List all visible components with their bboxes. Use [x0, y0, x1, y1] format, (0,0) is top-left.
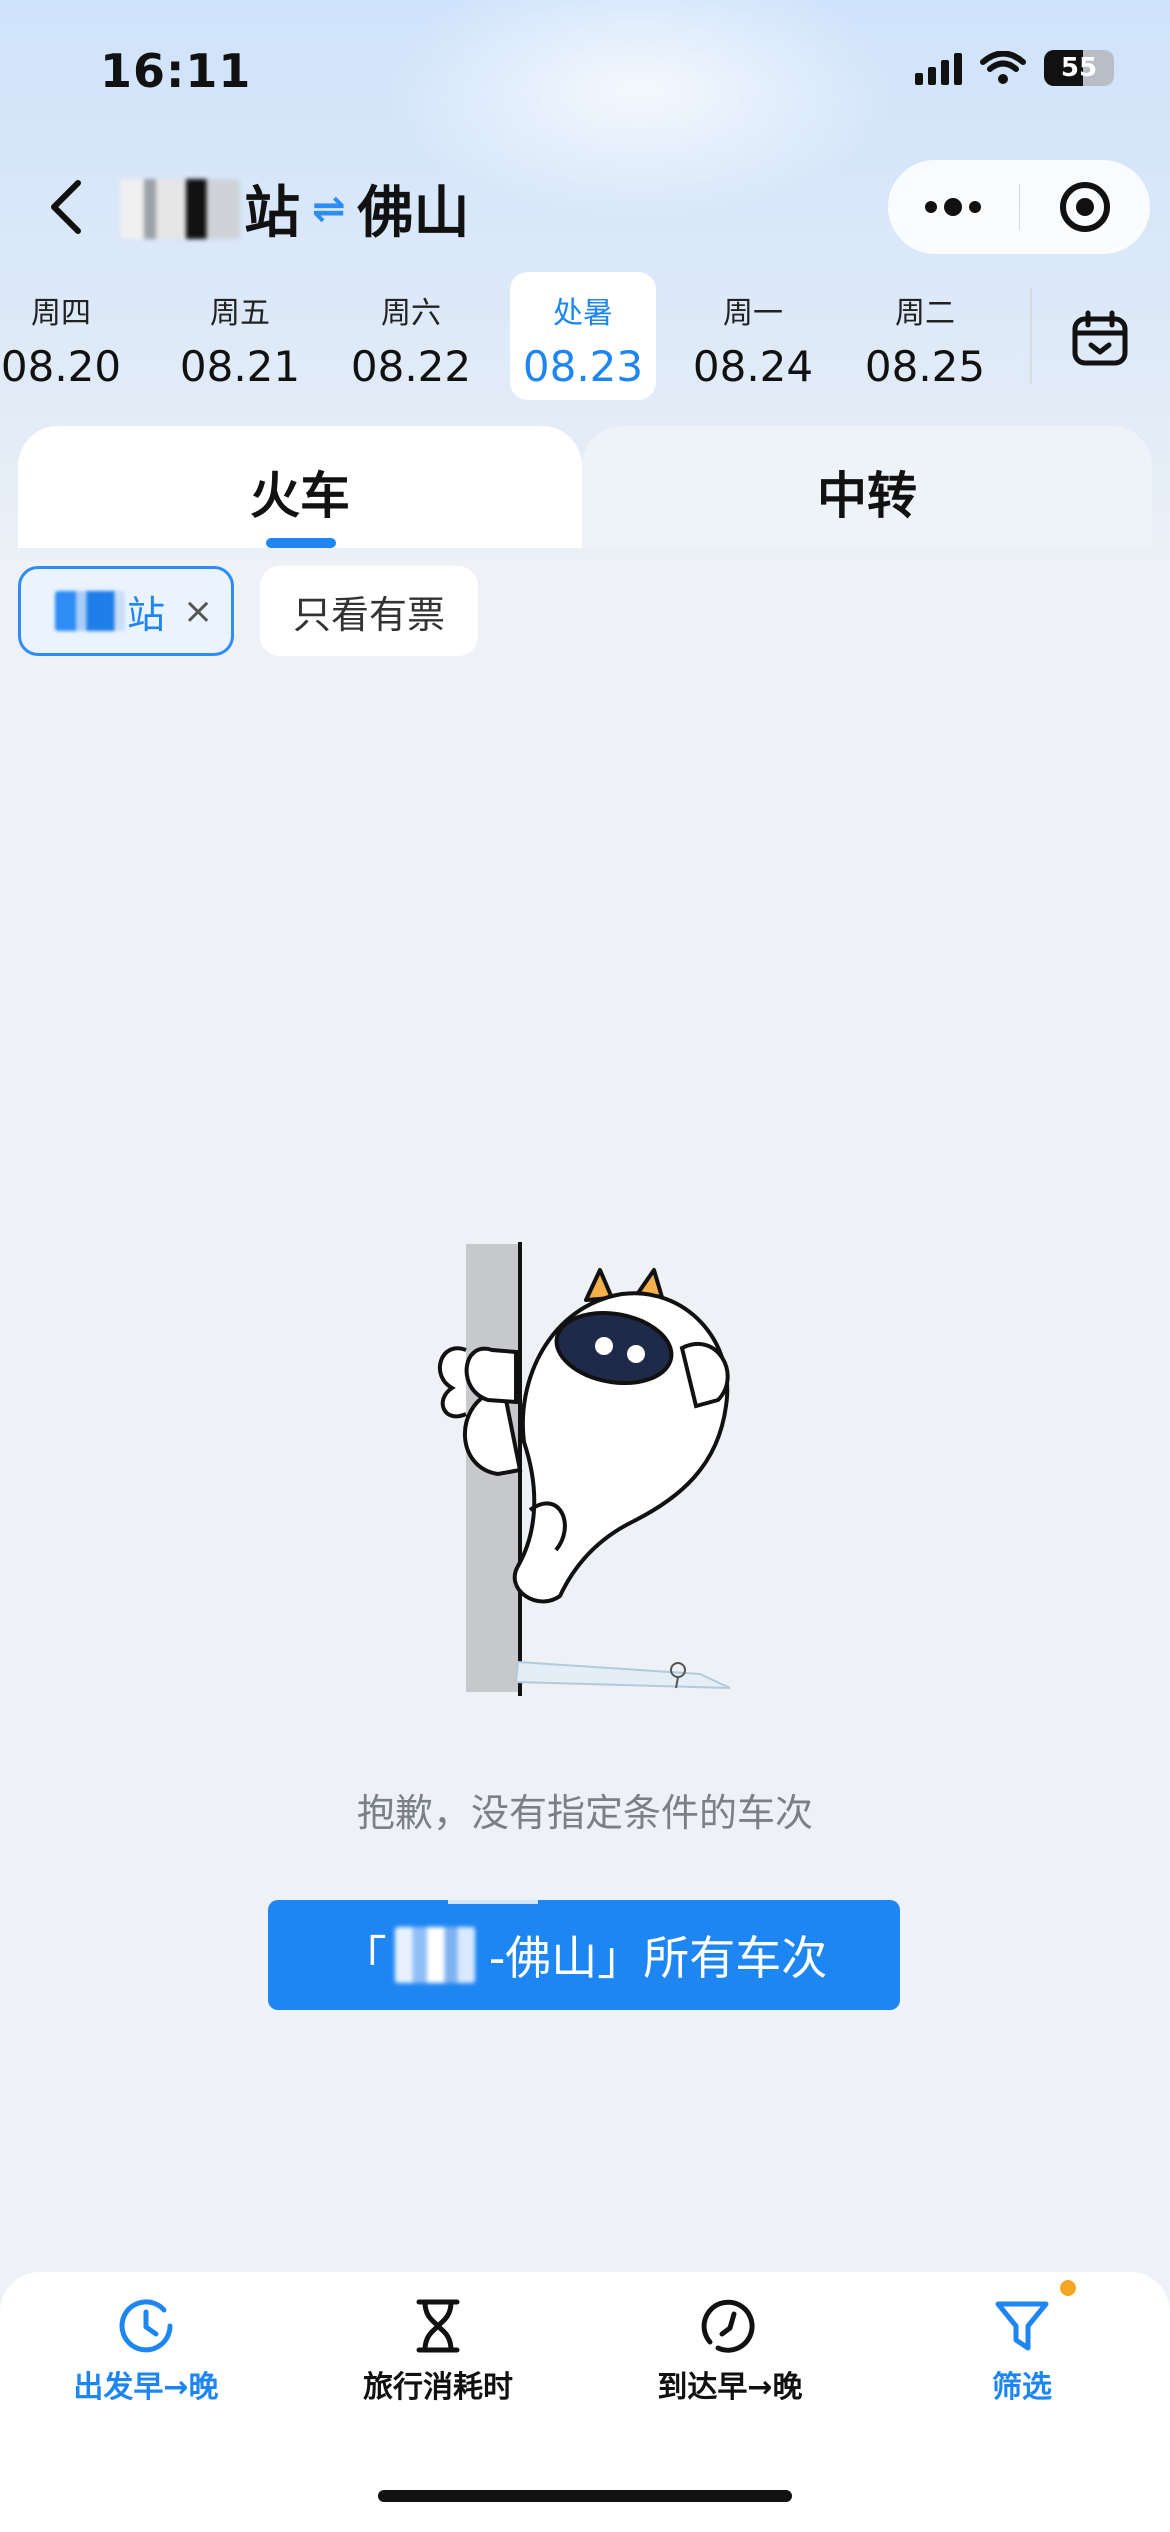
signal-icon — [915, 51, 962, 85]
clock-icon — [119, 2299, 173, 2353]
date-value: 08.20 — [0, 342, 122, 391]
sort-arrive-button[interactable]: 到达早→晚 — [584, 2284, 876, 2405]
wifi-icon — [980, 51, 1026, 84]
tab-train-label: 火车 — [250, 467, 350, 525]
route-title[interactable]: 站 ⇌ 佛山 — [120, 168, 470, 249]
calendar-button[interactable] — [1060, 300, 1140, 380]
origin-suffix: 站 — [244, 181, 300, 246]
sort-duration-label: 旅行消耗时 — [363, 2370, 513, 2405]
arrive-clock-icon — [701, 2299, 755, 2353]
mini-program-capsule — [888, 160, 1150, 254]
more-button[interactable] — [888, 160, 1019, 254]
station-name-masked — [55, 591, 125, 631]
home-indicator — [378, 2490, 792, 2502]
sort-depart-label: 出发早→晚 — [73, 2370, 219, 2405]
close-icon[interactable]: × — [183, 591, 213, 632]
origin-masked — [394, 1927, 475, 1983]
sort-depart-button[interactable]: 出发早→晚 — [0, 2284, 292, 2405]
button-suffix: -佛山」所有车次 — [488, 1931, 828, 1985]
date-weekday: 周五 — [210, 296, 270, 331]
tab-transfer-label: 中转 — [817, 467, 917, 525]
swap-icon: ⇌ — [312, 185, 346, 232]
station-chip-suffix: 站 — [127, 592, 166, 637]
date-value: 08.22 — [350, 342, 472, 391]
date-value: 08.21 — [179, 342, 301, 391]
button-prefix: 「 — [340, 1931, 387, 1985]
only-available-chip[interactable]: 只看有票 — [260, 566, 478, 656]
battery-level: 55 — [1060, 53, 1098, 83]
sort-duration-button[interactable]: 旅行消耗时 — [292, 2284, 584, 2405]
battery-icon: 55 — [1044, 50, 1114, 86]
calendar-icon — [1072, 310, 1128, 366]
funnel-icon — [995, 2301, 1049, 2351]
origin-station-masked — [120, 178, 240, 239]
date-item[interactable]: 周一 08.24 — [680, 272, 826, 400]
status-icons: 55 — [915, 50, 1114, 86]
date-weekday: 周一 — [723, 296, 783, 331]
date-value: 08.23 — [522, 342, 644, 391]
empty-state-message: 抱歉，没有指定条件的车次 — [356, 1791, 813, 1835]
tab-active-indicator — [266, 538, 336, 548]
mode-tabs: 中转 火车 — [18, 426, 1152, 548]
filter-label: 筛选 — [992, 2370, 1052, 2405]
close-program-button[interactable] — [1020, 160, 1151, 254]
date-strip-divider — [1030, 288, 1032, 384]
date-weekday: 周六 — [381, 296, 441, 331]
filter-badge-dot — [1060, 2280, 1076, 2296]
date-value: 08.24 — [692, 342, 814, 391]
status-time: 16:11 — [100, 44, 252, 98]
date-weekday: 处暑 — [553, 296, 613, 331]
date-value: 08.25 — [864, 342, 986, 391]
filter-button[interactable]: 筛选 — [876, 2284, 1168, 2405]
show-all-trains-button[interactable]: 「 -佛山」所有车次 — [268, 1900, 900, 2010]
date-strip: 周四 08.20 周五 08.21 周六 08.22 处暑 08.23 周一 0… — [0, 272, 1030, 402]
more-icon — [925, 198, 982, 216]
destination-city: 佛山 — [357, 181, 470, 246]
tab-transfer[interactable]: 中转 — [582, 426, 1152, 548]
date-item[interactable]: 周四 08.20 — [0, 272, 134, 400]
tab-train[interactable]: 火车 — [18, 426, 582, 548]
hourglass-icon — [416, 2299, 460, 2353]
date-item[interactable]: 周五 08.21 — [167, 272, 313, 400]
station-filter-chip[interactable]: 站 × — [18, 566, 234, 656]
back-icon — [51, 180, 81, 234]
date-weekday: 周四 — [31, 296, 91, 331]
date-weekday: 周二 — [895, 296, 955, 331]
sort-arrive-label: 到达早→晚 — [657, 2370, 803, 2405]
target-icon — [1059, 182, 1110, 232]
date-item[interactable]: 周六 08.22 — [338, 272, 484, 400]
date-item[interactable]: 周二 08.25 — [852, 272, 998, 400]
robot-mascot-illustration — [437, 1242, 731, 1696]
back-button[interactable] — [36, 172, 96, 242]
date-item-selected[interactable]: 处暑 08.23 — [510, 272, 656, 400]
button-top-highlight — [448, 1900, 538, 1904]
